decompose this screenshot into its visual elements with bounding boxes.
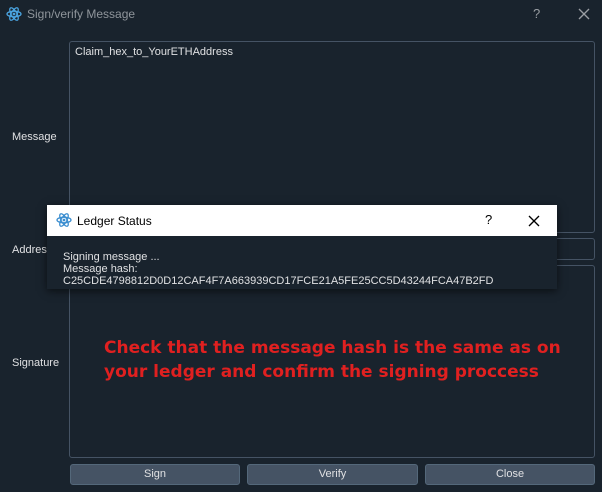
instruction-annotation: Check that the message hash is the same …: [104, 338, 561, 382]
help-button[interactable]: ?: [533, 6, 540, 21]
window-titlebar: Sign/verify Message ?: [0, 0, 602, 29]
electrum-atom-icon: [56, 213, 72, 227]
ledger-status-dialog: Ledger Status ? Signing message ... Mess…: [47, 205, 557, 289]
close-icon[interactable]: [574, 4, 594, 24]
signature-label: Signature: [12, 357, 60, 369]
electrum-atom-icon: [6, 7, 22, 21]
dialog-close-icon[interactable]: [524, 211, 544, 231]
window-title: Sign/verify Message: [27, 7, 136, 21]
dialog-body: Signing message ... Message hash: C25CDE…: [63, 251, 557, 287]
sign-button[interactable]: Sign: [70, 464, 240, 485]
signing-status-text: Signing message ...: [63, 251, 160, 263]
dialog-titlebar: Ledger Status ?: [47, 205, 557, 236]
message-text: Claim_hex_to_YourETHAddress: [75, 46, 233, 58]
message-label: Message: [12, 131, 57, 143]
dialog-help-button[interactable]: ?: [485, 212, 492, 227]
message-hash-text: Message hash: C25CDE4798812D0D12CAF4F7A6…: [63, 263, 494, 287]
dialog-title: Ledger Status: [77, 214, 152, 228]
close-button[interactable]: Close: [425, 464, 595, 485]
verify-button[interactable]: Verify: [247, 464, 418, 485]
